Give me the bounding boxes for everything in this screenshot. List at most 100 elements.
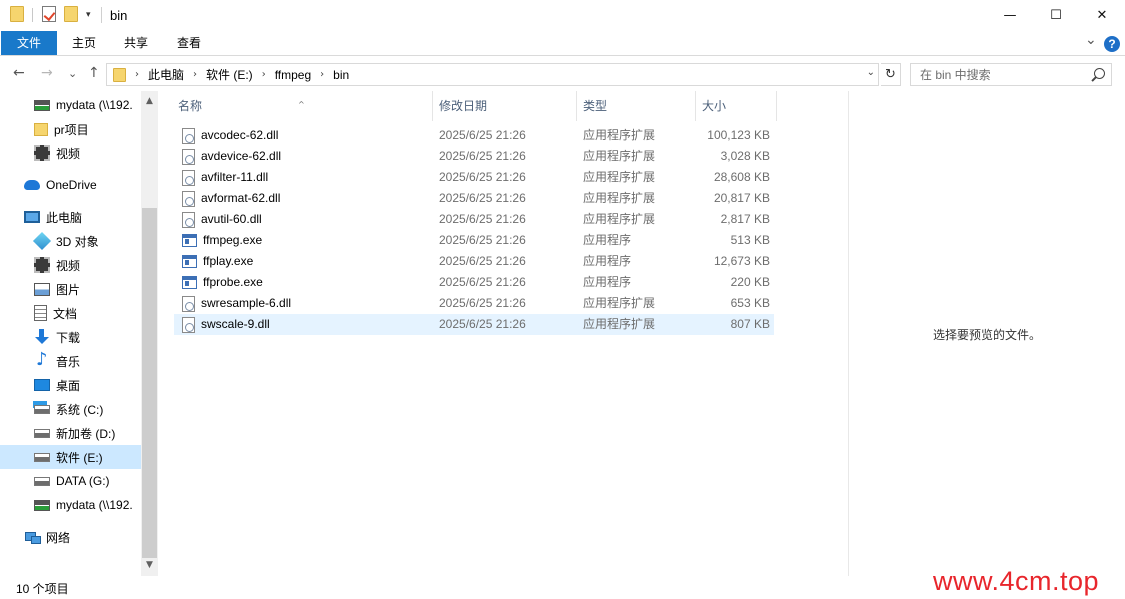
sidebar-item-label: 网络 xyxy=(46,530,71,545)
file-type: 应用程序扩展 xyxy=(583,317,656,331)
file-type: 应用程序扩展 xyxy=(583,170,656,184)
videos-icon xyxy=(34,145,50,161)
ribbon-tabs: 文件 主页 共享 查看 ⌄ ? xyxy=(0,31,1125,56)
videos-icon xyxy=(34,257,50,273)
column-header-label: 大小 xyxy=(702,99,727,113)
tab-home[interactable]: 主页 xyxy=(60,31,108,55)
breadcrumb-separator[interactable]: › xyxy=(193,69,197,80)
file-size: 220 KB xyxy=(730,275,770,289)
file-row[interactable]: ffprobe.exe 2025/6/25 21:26 应用程序 220 KB xyxy=(174,272,774,293)
sidebar-item-label: pr项目 xyxy=(54,122,89,137)
close-button[interactable]: ✕ xyxy=(1079,0,1125,31)
dll-file-icon xyxy=(182,295,195,312)
file-date: 2025/6/25 21:26 xyxy=(439,149,526,163)
breadcrumb-separator[interactable]: › xyxy=(320,69,324,80)
preview-message: 选择要预览的文件。 xyxy=(932,328,1041,342)
properties-icon[interactable] xyxy=(42,6,56,22)
sidebar-item-desktop[interactable]: 桌面 xyxy=(0,373,141,397)
sidebar-item-label: 下载 xyxy=(56,330,81,345)
sidebar-item-documents[interactable]: 文档 xyxy=(0,301,141,325)
file-size: 3,028 KB xyxy=(720,149,770,163)
new-folder-icon[interactable] xyxy=(64,6,78,22)
sidebar-item-videos[interactable]: 视频 xyxy=(0,253,141,277)
file-row-hovered[interactable]: swscale-9.dll 2025/6/25 21:26 应用程序扩展 807… xyxy=(174,314,774,335)
sidebar-item-pictures[interactable]: 图片 xyxy=(0,277,141,301)
file-type: 应用程序扩展 xyxy=(583,149,656,163)
sidebar-item-drive-c[interactable]: 系统 (C:) xyxy=(0,397,141,421)
file-row[interactable]: swresample-6.dll 2025/6/25 21:26 应用程序扩展 … xyxy=(174,293,774,314)
forward-button[interactable]: → xyxy=(41,65,53,81)
column-header-type[interactable]: 类型 xyxy=(577,91,696,121)
customize-quick-access-dropdown[interactable]: ▾ xyxy=(86,9,91,20)
sidebar-item-3d-objects[interactable]: 3D 对象 xyxy=(0,229,141,253)
breadcrumb-bin[interactable]: bin xyxy=(333,68,349,82)
tab-file[interactable]: 文件 xyxy=(1,31,57,55)
minimize-button[interactable]: — xyxy=(987,0,1033,31)
sidebar-item-label: 音乐 xyxy=(56,354,81,369)
file-name: avfilter-11.dll xyxy=(201,170,269,184)
address-history-dropdown[interactable]: ⌄ xyxy=(867,67,875,78)
sidebar-item-pr-project[interactable]: pr项目 xyxy=(0,117,141,141)
file-row[interactable]: avformat-62.dll 2025/6/25 21:26 应用程序扩展 2… xyxy=(174,188,774,209)
file-name: avutil-60.dll xyxy=(201,212,262,226)
file-size: 513 KB xyxy=(730,233,770,247)
scroll-up-button[interactable]: ▲ xyxy=(141,93,158,110)
scroll-down-button[interactable]: ▼ xyxy=(141,557,158,574)
sidebar-item-label: OneDrive xyxy=(46,178,97,192)
file-size: 20,817 KB xyxy=(713,191,770,205)
sidebar-item-videos-quick[interactable]: 视频 xyxy=(0,141,141,165)
expand-ribbon-icon[interactable]: ⌄ xyxy=(1085,32,1097,48)
sidebar-item-this-pc[interactable]: 此电脑 xyxy=(0,205,141,229)
back-button[interactable]: ← xyxy=(13,65,25,81)
breadcrumb-ffmpeg[interactable]: ffmpeg xyxy=(275,68,311,82)
sidebar-item-mydata-network[interactable]: mydata (\\192. xyxy=(0,93,141,117)
breadcrumb-this-pc[interactable]: 此电脑 xyxy=(148,66,184,83)
sidebar-item-onedrive[interactable]: OneDrive xyxy=(0,173,141,197)
search-icon[interactable] xyxy=(1094,68,1105,79)
column-header-label: 名称 xyxy=(178,99,203,113)
dll-file-icon xyxy=(182,169,195,186)
column-header-date[interactable]: 修改日期 xyxy=(433,91,577,121)
desktop-icon xyxy=(34,379,50,391)
file-list: 名称 ^ 修改日期 类型 大小 avcodec-62.dll 2025/6/25… xyxy=(172,91,848,576)
up-button[interactable]: ↑ xyxy=(88,65,100,81)
column-header-label: 类型 xyxy=(583,99,608,113)
system-drive-icon xyxy=(34,404,50,414)
sidebar-item-mydata-network-2[interactable]: mydata (\\192. xyxy=(0,493,141,517)
column-header-name[interactable]: 名称 ^ xyxy=(172,91,433,121)
item-count: 10 个项目 xyxy=(16,582,69,596)
refresh-button[interactable]: ↻ xyxy=(881,63,901,86)
file-row[interactable]: ffmpeg.exe 2025/6/25 21:26 应用程序 513 KB xyxy=(174,230,774,251)
scrollbar-thumb[interactable] xyxy=(142,208,157,558)
address-bar[interactable]: › 此电脑 › 软件 (E:) › ffmpeg › bin ⌄ xyxy=(106,63,879,86)
file-row[interactable]: avutil-60.dll 2025/6/25 21:26 应用程序扩展 2,8… xyxy=(174,209,774,230)
pictures-icon xyxy=(34,282,50,296)
sidebar-item-downloads[interactable]: 下载 xyxy=(0,325,141,349)
file-date: 2025/6/25 21:26 xyxy=(439,212,526,226)
sidebar-item-music[interactable]: 音乐 xyxy=(0,349,141,373)
help-icon[interactable]: ? xyxy=(1104,36,1120,52)
column-header-size[interactable]: 大小 xyxy=(696,91,777,121)
file-row[interactable]: avdevice-62.dll 2025/6/25 21:26 应用程序扩展 3… xyxy=(174,146,774,167)
tab-view[interactable]: 查看 xyxy=(165,31,213,55)
dll-file-icon xyxy=(182,190,195,207)
breadcrumb-drive-e[interactable]: 软件 (E:) xyxy=(206,66,253,83)
sidebar-item-drive-e[interactable]: 软件 (E:) xyxy=(0,445,141,469)
breadcrumb-separator[interactable]: › xyxy=(135,69,139,80)
sidebar-item-label: mydata (\\192. xyxy=(56,498,133,512)
sidebar-item-drive-d[interactable]: 新加卷 (D:) xyxy=(0,421,141,445)
drive-icon xyxy=(34,428,50,438)
search-box[interactable] xyxy=(910,63,1112,86)
navigation-scrollbar[interactable]: ▲ ▼ xyxy=(141,91,158,576)
breadcrumb-separator[interactable]: › xyxy=(262,69,266,80)
tab-share[interactable]: 共享 xyxy=(112,31,160,55)
file-row[interactable]: avfilter-11.dll 2025/6/25 21:26 应用程序扩展 2… xyxy=(174,167,774,188)
maximize-button[interactable]: ☐ xyxy=(1033,0,1079,31)
file-row[interactable]: avcodec-62.dll 2025/6/25 21:26 应用程序扩展 10… xyxy=(174,125,774,146)
recent-locations-button[interactable]: ⌄ xyxy=(68,67,77,80)
file-date: 2025/6/25 21:26 xyxy=(439,170,526,184)
search-input[interactable] xyxy=(911,64,1081,85)
sidebar-item-network[interactable]: 网络 xyxy=(0,525,141,549)
sidebar-item-drive-g[interactable]: DATA (G:) xyxy=(0,469,141,493)
file-row[interactable]: ffplay.exe 2025/6/25 21:26 应用程序 12,673 K… xyxy=(174,251,774,272)
